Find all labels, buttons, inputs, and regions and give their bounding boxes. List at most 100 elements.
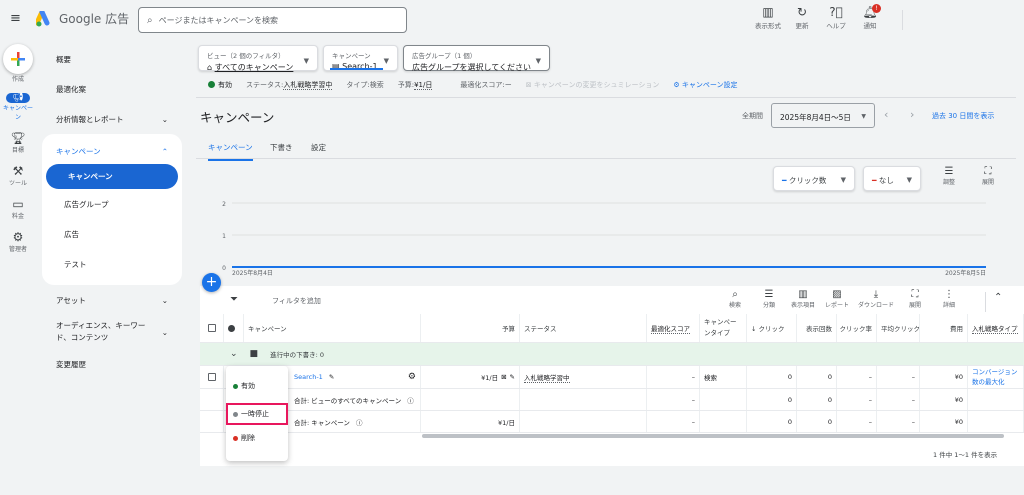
view-dropdown[interactable]: ビュー（2 個のフィルタ） ⌂ すべてのキャンペーン ▼ (198, 45, 318, 72)
add-campaign-button[interactable]: + (202, 273, 221, 292)
col-opt-score[interactable]: 最適化スコア (647, 314, 700, 342)
nav-campaigns-header[interactable]: キャンペーン ⌃ (42, 138, 182, 164)
metric2-dropdown[interactable]: ━ なし ▼ (863, 166, 921, 191)
rail-create[interactable]: 作成 (0, 44, 36, 83)
campaign-type-cell: 検索 (700, 366, 747, 388)
simulate-icon: ⊠ (525, 81, 532, 89)
date-range-picker[interactable]: 2025年8月4日～5日 ▼ (771, 103, 875, 128)
menu-icon[interactable]: ≡ (10, 11, 21, 26)
expand-icon: ⛶ (911, 289, 919, 300)
toolbar-more-button[interactable]: ⋮ 詳細 (932, 289, 966, 309)
metric2-label: なし (878, 176, 894, 185)
rail-goals[interactable]: 🏆︎ 目標 (0, 131, 36, 154)
col-cost[interactable]: 費用 (920, 314, 968, 342)
nav-recommendations[interactable]: 最適化案 (42, 74, 182, 104)
select-all-checkbox[interactable] (200, 314, 224, 342)
help-icon[interactable]: ⓘ (407, 395, 414, 405)
tab-drafts[interactable]: 下書き (270, 142, 293, 153)
col-clicks[interactable]: ↓ クリック (747, 314, 797, 342)
toolbar-expand-button[interactable]: ⛶ 展開 (898, 289, 932, 309)
rail-label: 料金 (11, 213, 24, 220)
toolbar-segment-button[interactable]: ☰ 分類 (752, 289, 786, 309)
simulate-icon[interactable]: ⊠ (501, 373, 506, 381)
toolbar-columns-button[interactable]: ▥ 表示項目 (786, 289, 820, 309)
gear-icon: ⚙ (12, 230, 24, 244)
notifications-button[interactable]: 🔔︎ 通知 ! (855, 4, 885, 30)
nav-sub-ads[interactable]: 広告 (42, 219, 182, 249)
drafts-label: 進行中の下書き: 0 (270, 351, 324, 359)
add-filter-button[interactable]: フィルタを追加 (272, 296, 321, 306)
tool-label: 表示項目 (790, 302, 815, 309)
prev-period-button[interactable]: ‹ (884, 108, 888, 121)
nav-overview[interactable]: 概要 (42, 44, 182, 74)
horizontal-scrollbar[interactable] (422, 434, 1004, 438)
nav-insights[interactable]: 分析情報とレポート ⌄ (42, 104, 182, 134)
col-avg-cpc[interactable]: 平均クリック (877, 314, 920, 342)
header-label: 予算 (502, 325, 515, 333)
rail-tools[interactable]: ⚒ ツール (0, 164, 36, 187)
bid-strategy-cell[interactable]: コンバージョン数の最大化 (968, 366, 1024, 388)
toolbar-download-button[interactable]: ⤓ ダウンロード (854, 289, 898, 309)
drafts-row[interactable]: ⌄ ■ 進行中の下書き: 0 (200, 343, 1024, 366)
enabled-status[interactable]: 有効 (208, 80, 232, 90)
enabled-icon (233, 383, 238, 389)
filter-icon[interactable]: ⏷ (230, 294, 238, 305)
toolbar-report-button[interactable]: ▨ レポート (820, 289, 854, 309)
simulate-button[interactable]: ⊠ キャンペーンの変更をシュミレーション (526, 80, 660, 90)
nav-sub-experiments[interactable]: テスト (42, 249, 182, 279)
status-value[interactable]: 入札戦略学習中 (283, 81, 333, 90)
bid-strategy-cell (968, 411, 1024, 432)
nav-sub-campaigns[interactable]: キャンペーン (46, 164, 178, 189)
help-button[interactable]: ?⃝ ヘルプ (821, 5, 851, 30)
col-campaign[interactable]: キャンペーン (244, 314, 421, 342)
toolbar-search-button[interactable]: ⌕ 検索 (718, 289, 752, 309)
rail-campaigns[interactable]: 📢︎ キャンペーン (0, 93, 36, 121)
col-campaign-type[interactable]: キャンペーンタイプ (700, 314, 747, 342)
adjust-button[interactable]: ☰ 調整 (932, 166, 966, 186)
edit-icon[interactable]: ✎ (510, 373, 515, 381)
google-ads-logo[interactable]: Google 広告 (36, 10, 129, 27)
nav-assets[interactable]: アセット ⌄ (42, 285, 182, 315)
caret-down-icon: ▼ (840, 176, 846, 184)
menu-label: 有効 (241, 382, 255, 390)
cost-cell: ¥0 (920, 389, 968, 410)
row-checkbox[interactable] (200, 366, 224, 388)
campaign-settings-link[interactable]: ⚙ キャンペーン設定 (673, 80, 737, 90)
next-period-button[interactable]: › (910, 108, 914, 121)
report-icon: ▨ (832, 289, 842, 300)
col-budget[interactable]: 予算 (421, 314, 520, 342)
nav-sub-adgroups[interactable]: 広告グループ (42, 189, 182, 219)
rail-billing[interactable]: ▭ 料金 (0, 197, 36, 220)
campaign-type-cell (700, 411, 747, 432)
metric1-dropdown[interactable]: ━ クリック数 ▼ (773, 166, 855, 191)
help-icon[interactable]: ⓘ (356, 417, 363, 427)
chart-expand-button[interactable]: ⛶ 展開 (971, 166, 1005, 186)
budget-value[interactable]: ¥1/日 (414, 81, 433, 90)
adgroup-dropdown[interactable]: 広告グループ（1 個） 広告グループを選択してください ▼ (403, 45, 550, 72)
search-input[interactable]: ⌕ ページまたはキャンペーンを検索 (138, 7, 407, 33)
refresh-button[interactable]: ↻ 更新 (787, 5, 817, 30)
col-status[interactable]: ステータス (520, 314, 647, 342)
settings-gear-icon[interactable]: ⚙ (408, 372, 416, 382)
type-value: 検索 (369, 81, 384, 89)
nav-label: テスト (64, 259, 87, 269)
col-ctr[interactable]: クリック率 (837, 314, 877, 342)
nav-audiences[interactable]: オーディエンス、キーワード、コンテンツ ⌄ (42, 315, 182, 349)
appearance-button[interactable]: ▥ 表示形式 (753, 5, 783, 30)
status-column-header[interactable] (224, 314, 244, 342)
chevron-down-icon[interactable]: ⌄ (230, 349, 238, 359)
col-bid-strategy[interactable]: 入札戦略タイプ (968, 314, 1024, 342)
campaign-name[interactable]: Search-1 (294, 373, 323, 381)
menu-item-remove[interactable]: 削除 (233, 433, 255, 443)
collapse-toolbar-button[interactable]: ⌃ (994, 292, 1002, 303)
col-impressions[interactable]: 表示回数 (797, 314, 837, 342)
edit-icon[interactable]: ✎ (329, 373, 334, 381)
campaign-dropdown[interactable]: キャンペーン ▤ Search-1 ▼ (323, 45, 398, 71)
rail-admin[interactable]: ⚙ 管理者 (0, 230, 36, 253)
menu-item-enable[interactable]: 有効 (233, 381, 255, 391)
tab-settings[interactable]: 設定 (311, 142, 326, 153)
card-icon: ▭ (12, 197, 24, 211)
menu-item-pause[interactable]: 一時停止 (226, 403, 288, 425)
last-30-days-link[interactable]: 過去 30 日間を表示 (932, 111, 994, 121)
nav-history[interactable]: 変更履歴 (42, 349, 182, 379)
